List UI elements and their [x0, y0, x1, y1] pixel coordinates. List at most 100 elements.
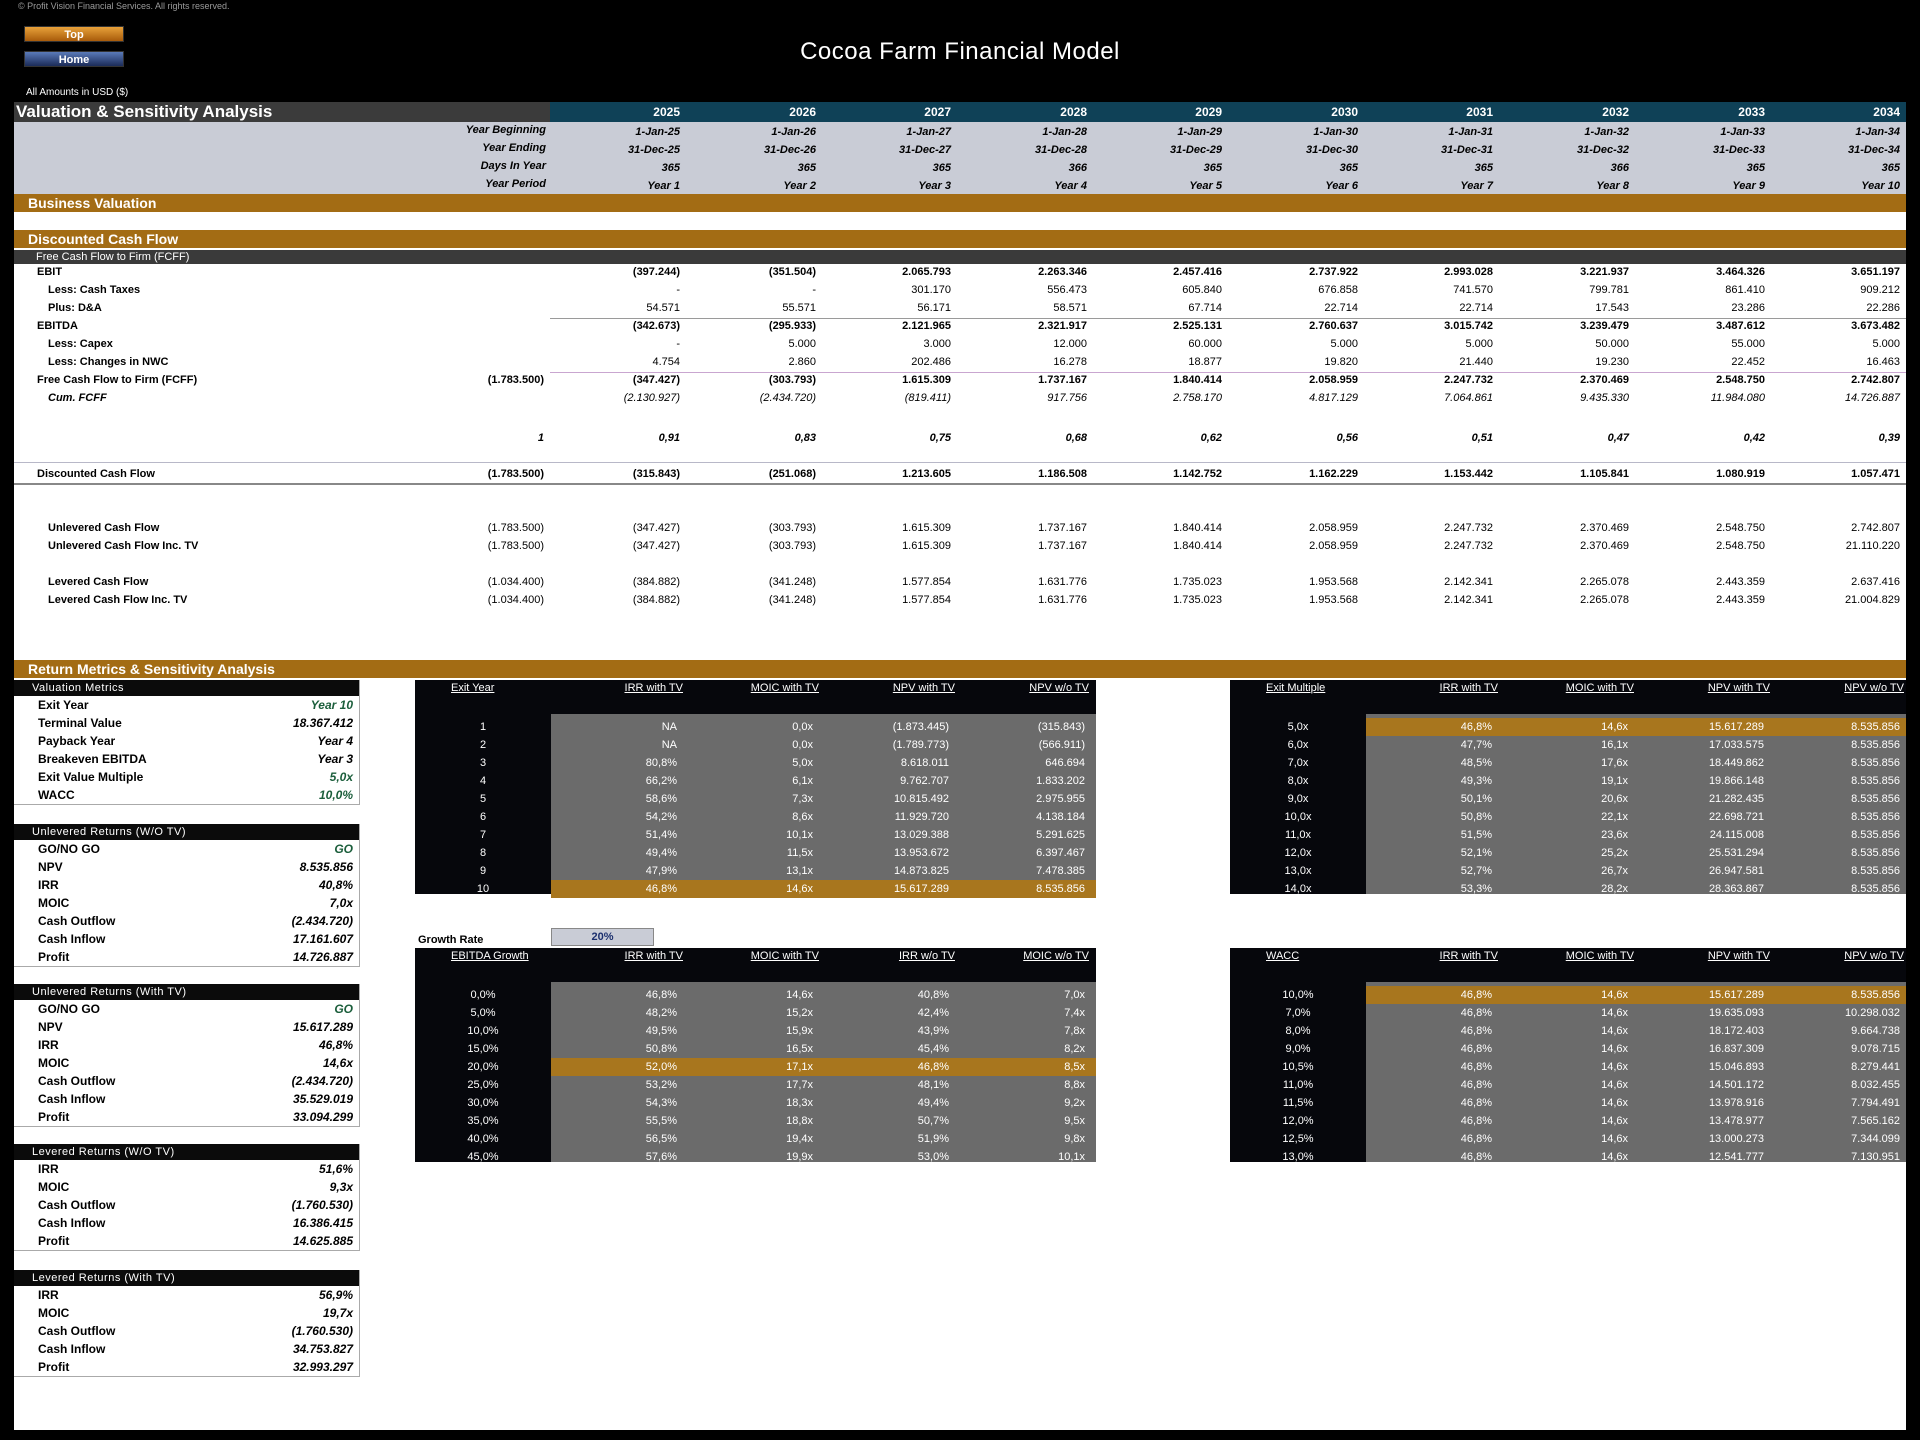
- growth-rate-input[interactable]: 20%: [551, 928, 654, 946]
- metrics-value: 19,7x: [322, 1306, 353, 1320]
- sensitivity-cell: 8.535.856: [1851, 989, 1900, 1001]
- cash-flow-value: 2.637.416: [1851, 576, 1900, 588]
- metrics-value: (1.760.530): [291, 1324, 353, 1338]
- metrics-label: NPV: [38, 1020, 63, 1034]
- metrics-label: Cash Outflow: [38, 1324, 116, 1338]
- sensitivity-cell: (1.789.773): [892, 739, 949, 751]
- sensitivity-cell: 52,7%: [1460, 865, 1492, 877]
- cash-flow-value: 1.631.776: [1038, 576, 1087, 588]
- metrics-label: Exit Value Multiple: [38, 770, 144, 784]
- sheet-title: Valuation & Sensitivity Analysis: [16, 102, 273, 121]
- cash-flow-value: 2.058.959: [1309, 540, 1358, 552]
- sensitivity-cell: 43,9%: [917, 1025, 949, 1037]
- metrics-row: Cash Inflow 17.161.607: [14, 930, 359, 948]
- metrics-label: MOIC: [38, 1306, 70, 1320]
- sensitivity-cell: 9.762.707: [900, 775, 949, 787]
- sensitivity-cell: 25.531.294: [1708, 847, 1764, 859]
- timeline-year-ending: 31-Dec-31: [1441, 144, 1493, 156]
- sensitivity-row-key: 5: [479, 793, 487, 805]
- dcf-value: 2.263.346: [1038, 266, 1087, 278]
- metrics-label: Profit: [38, 1360, 70, 1374]
- cash-flow-value: 1.737.167: [1038, 522, 1087, 534]
- dcf-row-label: Less: Cash Taxes: [48, 284, 141, 296]
- cash-flow-value: 2.058.959: [1309, 522, 1358, 534]
- metrics-value: 33.094.299: [292, 1110, 353, 1124]
- metrics-box-title: Valuation Metrics: [14, 680, 359, 696]
- sensitivity-row: 11,0x 51,5% 23,6x 24.115.008 8.535.856: [1230, 826, 1906, 844]
- metrics-row: Cash Outflow (1.760.530): [14, 1196, 359, 1214]
- discount-factor-value: 0,39: [1878, 432, 1900, 444]
- sensitivity-cell: 9,2x: [1064, 1097, 1085, 1109]
- sensitivity-cell: 57,6%: [645, 1151, 677, 1163]
- timeline-days-in-year: 365: [661, 162, 680, 174]
- discount-factor-value: 0,56: [1336, 432, 1358, 444]
- sensitivity-cell: (1.873.445): [892, 721, 949, 733]
- sensitivity-cell: 0,0x: [792, 739, 813, 751]
- discount-factor-value: 0,83: [794, 432, 816, 444]
- sensitivity-table-wacc: WACC IRR with TV MOIC with TV NPV with TV NP…: [1230, 948, 1906, 1163]
- sensitivity-cell: 8,8x: [1064, 1079, 1085, 1091]
- sensitivity-cell: 10.298.032: [1844, 1007, 1900, 1019]
- discounted-cf-value: 1.105.841: [1580, 468, 1629, 480]
- timeline-band: Year Beginning 1-Jan-25 1-Jan-26 1-Jan-27 1-…: [14, 122, 1906, 194]
- dcf-row-label: Less: Changes in NWC: [48, 356, 169, 368]
- sensitivity-row: 9,0x 50,1% 20,6x 21.282.435 8.535.856: [1230, 790, 1906, 808]
- timeline-year-ending: 31-Dec-34: [1848, 144, 1900, 156]
- discounted-cf-label: Discounted Cash Flow: [37, 468, 155, 480]
- sensitivity-cell: 46,8%: [1460, 1043, 1492, 1055]
- sensitivity-cell: 17,7x: [786, 1079, 813, 1091]
- metrics-row: Breakeven EBITDA Year 3: [14, 750, 359, 768]
- sensitivity-cell: 14,6x: [1601, 1115, 1628, 1127]
- sensitivity-row-key: 10,0%: [1282, 989, 1314, 1001]
- sensitivity-cell: 8.279.441: [1851, 1061, 1900, 1073]
- sensitivity-column-header: WACC: [1266, 950, 1300, 962]
- dcf-row-label: Plus: D&A: [48, 302, 102, 314]
- dcf-value: 799.781: [1589, 284, 1629, 296]
- cash-flow-label: Levered Cash Flow Inc. TV: [48, 594, 188, 606]
- cash-flow-value: 2.370.469: [1580, 540, 1629, 552]
- sensitivity-cell: 11.929.720: [894, 811, 949, 823]
- sensitivity-row-key: 3: [479, 757, 487, 769]
- metrics-value: 16.386.415: [292, 1216, 353, 1230]
- metrics-label: IRR: [38, 1038, 59, 1052]
- metrics-row: Cash Outflow (2.434.720): [14, 912, 359, 930]
- metrics-row: MOIC 7,0x: [14, 894, 359, 912]
- metrics-box-unlevered-returns-w-o-tv-: Unlevered Returns (W/O TV) GO/NO GO GO NPV 8…: [14, 824, 360, 967]
- metrics-value: 7,0x: [329, 896, 353, 910]
- sensitivity-cell: 8.535.856: [1851, 883, 1900, 895]
- timeline-year-ending: 31-Dec-26: [764, 144, 816, 156]
- sensitivity-cell: 18,3x: [786, 1097, 813, 1109]
- timeline-year-beginning: 1-Jan-29: [1177, 126, 1222, 138]
- cash-flow-value: 1.737.167: [1038, 540, 1087, 552]
- cash-flow-value: (303.793): [768, 522, 816, 534]
- sensitivity-row: 2 NA 0,0x (1.789.773) (566.911): [415, 736, 1096, 754]
- metrics-value: 32.993.297: [292, 1360, 353, 1374]
- year-header-2032: 2032: [1602, 105, 1629, 119]
- timeline-days-in-year: 365: [1203, 162, 1222, 174]
- year-header-bar: 2025 2026 2027 2028 2029 2030 2031 2032 2033 2034: [550, 102, 1906, 122]
- dcf-value: (2.434.720): [759, 392, 816, 404]
- sensitivity-cell: 16,5x: [786, 1043, 813, 1055]
- sensitivity-cell: 46,8%: [645, 883, 677, 895]
- sensitivity-cell: 9,5x: [1064, 1115, 1085, 1127]
- sensitivity-cell: 14,6x: [1601, 989, 1628, 1001]
- timeline-year-ending: 31-Dec-27: [899, 144, 951, 156]
- discounted-cf-value: 1.186.508: [1038, 468, 1087, 480]
- divider-line: [550, 318, 1906, 319]
- sensitivity-column-header: IRR with TV: [624, 950, 683, 962]
- sensitivity-cell: 16,1x: [1601, 739, 1628, 751]
- metrics-row: IRR 46,8%: [14, 1036, 359, 1054]
- sensitivity-row: 7,0x 48,5% 17,6x 18.449.862 8.535.856: [1230, 754, 1906, 772]
- sensitivity-cell: 8.032.455: [1851, 1079, 1900, 1091]
- timeline-year-ending: 31-Dec-29: [1170, 144, 1222, 156]
- dcf-row-label: EBITDA: [37, 320, 78, 332]
- dcf-value: 556.473: [1047, 284, 1087, 296]
- sensitivity-cell: 22,1x: [1601, 811, 1628, 823]
- sensitivity-row-key: 12,5%: [1282, 1133, 1314, 1145]
- sensitivity-cell: 9,8x: [1064, 1133, 1085, 1145]
- section-discounted-cash-flow: Discounted Cash Flow: [14, 230, 1906, 248]
- section-return-metrics: Return Metrics & Sensitivity Analysis: [14, 660, 1906, 678]
- metrics-row: Profit 33.094.299: [14, 1108, 359, 1126]
- dcf-value: 2.860: [788, 356, 816, 368]
- dcf-value: (295.933): [768, 320, 816, 332]
